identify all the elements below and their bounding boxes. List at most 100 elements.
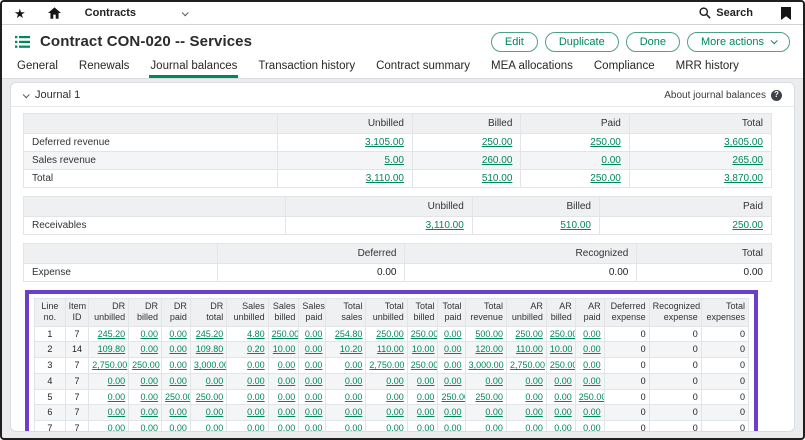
- amount-link[interactable]: 0.00: [485, 423, 503, 432]
- amount-link[interactable]: 0.00: [305, 376, 323, 386]
- record-list-icon[interactable]: [15, 36, 30, 48]
- amount-link[interactable]: 0.00: [345, 376, 363, 386]
- home-icon[interactable]: [48, 7, 61, 19]
- amount-link[interactable]: 0.00: [345, 392, 363, 402]
- amount-link[interactable]: 3,105.00: [365, 137, 404, 148]
- help-icon[interactable]: ?: [771, 90, 782, 101]
- amount-link[interactable]: 0.00: [386, 376, 404, 386]
- amount-link[interactable]: 0.00: [554, 407, 572, 417]
- amount-link[interactable]: 10.00: [550, 344, 573, 354]
- amount-link[interactable]: 0.00: [485, 407, 503, 417]
- amount-link[interactable]: 250.00: [272, 329, 299, 339]
- amount-link[interactable]: 0.00: [583, 360, 601, 370]
- amount-link[interactable]: 0.00: [417, 407, 435, 417]
- amount-link[interactable]: 0.00: [386, 423, 404, 432]
- about-journal-balances-link[interactable]: About journal balances ?: [664, 90, 782, 101]
- amount-link[interactable]: 250.00: [411, 329, 438, 339]
- done-button[interactable]: Done: [626, 32, 680, 52]
- amount-link[interactable]: 0.00: [206, 423, 224, 432]
- amount-link[interactable]: 250.00: [550, 360, 575, 370]
- amount-link[interactable]: 250.00: [196, 392, 224, 402]
- amount-link[interactable]: 0.00: [140, 392, 158, 402]
- amount-link[interactable]: 245.20: [196, 329, 224, 339]
- journal-section-label[interactable]: Journal 1: [35, 89, 80, 101]
- amount-link[interactable]: 0.00: [206, 407, 224, 417]
- amount-link[interactable]: 0.00: [386, 407, 404, 417]
- amount-link[interactable]: 0.00: [278, 407, 296, 417]
- amount-link[interactable]: 250.00: [590, 137, 621, 148]
- amount-link[interactable]: 0.00: [525, 376, 543, 386]
- duplicate-button[interactable]: Duplicate: [545, 32, 619, 52]
- amount-link[interactable]: 0.00: [305, 344, 323, 354]
- amount-link[interactable]: 0.00: [525, 423, 543, 432]
- amount-link[interactable]: 0.00: [140, 407, 158, 417]
- bookmark-icon[interactable]: [781, 7, 791, 20]
- tab-contract-summary[interactable]: Contract summary: [375, 58, 471, 78]
- amount-link[interactable]: 0.00: [140, 376, 158, 386]
- amount-link[interactable]: 0.00: [345, 360, 363, 370]
- amount-link[interactable]: 0.00: [583, 329, 601, 339]
- amount-link[interactable]: 245.20: [98, 329, 126, 339]
- tab-journal-balances[interactable]: Journal balances: [149, 58, 238, 78]
- amount-link[interactable]: 0.00: [444, 423, 462, 432]
- favorite-star-icon[interactable]: ★: [14, 7, 26, 20]
- amount-link[interactable]: 0.00: [554, 376, 572, 386]
- tab-mea-allocations[interactable]: MEA allocations: [490, 58, 574, 78]
- tab-mrr-history[interactable]: MRR history: [675, 58, 740, 78]
- amount-link[interactable]: 250.00: [411, 360, 438, 370]
- amount-link[interactable]: 0.00: [583, 423, 601, 432]
- tab-transaction-history[interactable]: Transaction history: [257, 58, 356, 78]
- amount-link[interactable]: 4.80: [247, 329, 265, 339]
- tab-compliance[interactable]: Compliance: [593, 58, 656, 78]
- amount-link[interactable]: 0.00: [583, 407, 601, 417]
- amount-link[interactable]: 0.00: [169, 423, 187, 432]
- amount-link[interactable]: 120.00: [475, 344, 503, 354]
- tab-general[interactable]: General: [16, 58, 59, 78]
- amount-link[interactable]: 0.00: [108, 423, 126, 432]
- amount-link[interactable]: 0.00: [108, 407, 126, 417]
- amount-link[interactable]: 0.00: [169, 329, 187, 339]
- amount-link[interactable]: 3,000.00: [469, 360, 504, 370]
- amount-link[interactable]: 0.00: [444, 376, 462, 386]
- global-search[interactable]: Search: [699, 7, 753, 19]
- amount-link[interactable]: 2,750.00: [92, 360, 127, 370]
- amount-link[interactable]: 0.00: [305, 360, 323, 370]
- amount-link[interactable]: 0.00: [417, 423, 435, 432]
- amount-link[interactable]: 510.00: [560, 220, 591, 231]
- amount-link[interactable]: 0.00: [444, 407, 462, 417]
- amount-link[interactable]: 0.00: [601, 155, 620, 166]
- amount-link[interactable]: 0.00: [485, 376, 503, 386]
- amount-link[interactable]: 0.00: [278, 376, 296, 386]
- amount-link[interactable]: 0.00: [278, 392, 296, 402]
- amount-link[interactable]: 510.00: [482, 173, 513, 184]
- amount-link[interactable]: 10.00: [273, 344, 296, 354]
- amount-link[interactable]: 0.00: [278, 360, 296, 370]
- amount-link[interactable]: 250.00: [132, 360, 160, 370]
- edit-button[interactable]: Edit: [491, 32, 538, 52]
- more-actions-button[interactable]: More actions: [687, 32, 790, 52]
- amount-link[interactable]: 0.00: [386, 392, 404, 402]
- amount-link[interactable]: 250.00: [441, 392, 465, 402]
- amount-link[interactable]: 0.00: [417, 392, 435, 402]
- amount-link[interactable]: 109.80: [196, 344, 224, 354]
- amount-link[interactable]: 0.00: [525, 392, 543, 402]
- amount-link[interactable]: 0.20: [247, 344, 265, 354]
- amount-link[interactable]: 250.00: [482, 137, 513, 148]
- amount-link[interactable]: 0.00: [305, 329, 323, 339]
- amount-link[interactable]: 0.00: [247, 407, 265, 417]
- amount-link[interactable]: 3,000.00: [194, 360, 227, 370]
- amount-link[interactable]: 250.00: [165, 392, 190, 402]
- amount-link[interactable]: 0.00: [583, 376, 601, 386]
- amount-link[interactable]: 2,750.00: [510, 360, 545, 370]
- amount-link[interactable]: 3,605.00: [724, 137, 763, 148]
- amount-link[interactable]: 0.00: [305, 423, 323, 432]
- amount-link[interactable]: 0.00: [278, 423, 296, 432]
- amount-link[interactable]: 250.00: [732, 220, 763, 231]
- amount-link[interactable]: 0.00: [169, 407, 187, 417]
- amount-link[interactable]: 0.00: [140, 423, 158, 432]
- amount-link[interactable]: 250.00: [475, 392, 503, 402]
- amount-link[interactable]: 110.00: [377, 344, 404, 354]
- amount-link[interactable]: 265.00: [732, 155, 763, 166]
- amount-link[interactable]: 109.80: [98, 344, 126, 354]
- amount-link[interactable]: 0.00: [305, 407, 323, 417]
